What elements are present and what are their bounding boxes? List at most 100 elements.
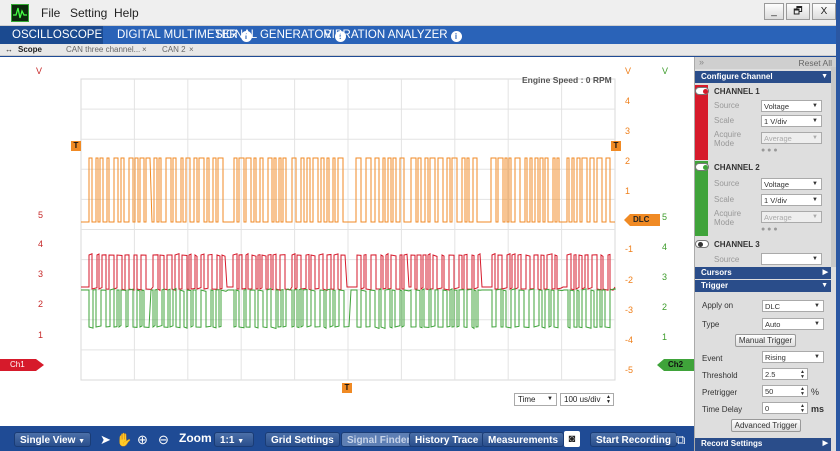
acquire-value: Average — [764, 134, 792, 143]
start-recording-button[interactable]: Start Recording — [590, 432, 678, 447]
type-label: Type — [702, 320, 720, 329]
more-dots-icon[interactable]: ● ● ● — [761, 226, 778, 233]
signal-finder-button[interactable]: Signal Finder — [341, 432, 417, 447]
history-trace-button[interactable]: History Trace — [409, 432, 485, 447]
apply-on-select[interactable]: DLC ▼ — [762, 300, 824, 312]
ch2-marker[interactable]: Ch2 — [657, 359, 694, 371]
chevron-down-icon: ▼ — [812, 214, 818, 220]
menu-file[interactable]: File — [41, 6, 60, 20]
channel-1-scale-select[interactable]: 1 V/div ▼ — [761, 115, 822, 127]
stepper-arrows-icon[interactable]: ▲ ▼ — [606, 395, 611, 405]
channel-2-source-select[interactable]: Voltage ▼ — [761, 178, 822, 190]
event-label: Event — [702, 354, 723, 363]
configure-channel-header[interactable]: Configure Channel ▼ — [695, 71, 831, 83]
event-select[interactable]: Rising ▼ — [762, 351, 824, 363]
trigger-marker-time[interactable]: T — [342, 383, 352, 393]
source-value: Voltage — [764, 180, 790, 189]
trigger-marker-right[interactable]: T — [611, 141, 621, 151]
section-title: Cursors — [701, 268, 732, 277]
reset-all-button[interactable]: Reset All — [798, 58, 832, 68]
trigger-type-select[interactable]: Auto ▼ — [762, 318, 824, 330]
tab-oscilloscope[interactable]: OSCILLOSCOPE — [0, 26, 103, 44]
zoom-in-icon[interactable]: ⊕ — [137, 432, 148, 447]
waveform-canvas[interactable] — [0, 57, 694, 426]
more-dots-icon[interactable]: ● ● ● — [761, 147, 778, 154]
subtab-scope[interactable]: Scope — [18, 44, 42, 55]
collapse-panel-icon[interactable]: » — [699, 57, 704, 67]
ch1-marker[interactable]: Ch1 — [0, 359, 44, 371]
ch1-axis-unit: V — [625, 66, 632, 76]
ch1-axis-tick: 1 — [625, 186, 631, 196]
trigger-header[interactable]: Trigger ▼ — [695, 280, 831, 292]
time-delay-value: 0 — [765, 404, 770, 413]
chevron-down-icon: ▼ — [812, 256, 818, 262]
channel-3-toggle[interactable] — [695, 240, 709, 248]
tab-label: VIBRATION ANALYZER — [324, 29, 448, 41]
menu-help[interactable]: Help — [114, 6, 139, 20]
close-button[interactable]: X — [812, 3, 836, 20]
menu-bar: File Setting Help _ 🗗 X — [0, 0, 836, 26]
source-label: Source — [714, 255, 740, 264]
stepper-arrows-icon[interactable]: ▲ ▼ — [800, 387, 805, 397]
close-tab-icon[interactable]: × — [189, 44, 194, 55]
source-value: Voltage — [764, 102, 790, 111]
chevron-right-icon: ▶ — [822, 440, 828, 447]
ch2-axis-tick: 4 — [662, 242, 668, 252]
panel-header: » Reset All — [695, 57, 836, 69]
pan-hand-icon[interactable]: ✋ — [116, 432, 132, 447]
advanced-trigger-button[interactable]: Advanced Trigger — [731, 419, 801, 432]
channel-3-source-select[interactable]: ▼ — [761, 253, 822, 265]
channel-2-toggle[interactable] — [695, 163, 709, 171]
apply-on-value: DLC — [765, 302, 781, 311]
stepper-arrows-icon[interactable]: ▲ ▼ — [800, 404, 805, 414]
channel-2-scale-select[interactable]: 1 V/div ▼ — [761, 194, 822, 206]
time-scale-stepper[interactable]: 100 us/div ▲ ▼ — [560, 393, 614, 406]
channel-1-source-select[interactable]: Voltage ▼ — [761, 100, 822, 112]
record-settings-header[interactable]: Record Settings ▶ — [695, 438, 831, 451]
measurements-button[interactable]: Measurements — [482, 432, 565, 447]
dlc-marker[interactable]: DLC — [624, 214, 660, 226]
tab-label: SIGNAL GENERATOR — [215, 29, 332, 41]
minimize-button[interactable]: _ — [764, 3, 784, 20]
pointer-icon[interactable]: ➤ — [100, 432, 111, 447]
collapse-arrows-icon[interactable]: ↔ — [5, 44, 13, 55]
ch1-axis-tick: 2 — [625, 156, 631, 166]
export-icon[interactable]: ⧉ — [676, 432, 685, 447]
time-delay-stepper[interactable]: 0 ▲ ▼ — [762, 402, 808, 414]
time-source-select[interactable]: Time ▼ — [514, 393, 557, 406]
cursors-header[interactable]: Cursors ▶ — [695, 267, 831, 279]
oscilloscope-plot[interactable]: V V V Engine Speed : 0 RPM 5 4 3 2 1 4 3… — [0, 57, 694, 426]
app-window: File Setting Help _ 🗗 X OSCILLOSCOPE DIG… — [0, 0, 840, 451]
tab-vibration-analyzer[interactable]: VIBRATION ANALYZER i — [320, 26, 466, 44]
subtab-can-2[interactable]: CAN 2 — [162, 44, 186, 55]
channel-1-toggle[interactable] — [695, 87, 709, 95]
ch2-axis-tick: 3 — [662, 272, 668, 282]
ch2-axis-unit: V — [662, 66, 669, 76]
zoom-out-icon[interactable]: ⊖ — [158, 432, 169, 447]
pretrigger-stepper[interactable]: 50 ▲ ▼ — [762, 385, 808, 397]
scale-label: Scale — [714, 116, 735, 125]
window-border — [836, 0, 840, 451]
restore-button[interactable]: 🗗 — [786, 3, 810, 20]
pretrigger-label: Pretrigger — [702, 388, 738, 397]
grid-settings-button[interactable]: Grid Settings — [265, 432, 340, 447]
channel-1-acquire-select[interactable]: Average ▼ — [761, 132, 822, 144]
channel-1-config: CHANNEL 1 Source Voltage ▼ Scale 1 V/div ▼… — [695, 85, 831, 160]
info-icon[interactable]: i — [450, 31, 462, 42]
app-logo-icon — [11, 4, 29, 22]
camera-icon[interactable]: ◙ — [564, 431, 580, 447]
acquire-mode-label: Acquire Mode — [714, 209, 742, 227]
panel-scrollbar[interactable] — [831, 67, 836, 267]
menu-setting[interactable]: Setting — [70, 6, 107, 20]
section-title: Record Settings — [701, 439, 763, 448]
channel-2-acquire-select[interactable]: Average ▼ — [761, 211, 822, 223]
bottom-toolbar: Single View ▼ ➤ ✋ ⊕ ⊖ Zoom 1:1 ▼ Grid Se… — [0, 426, 694, 451]
threshold-stepper[interactable]: 2.5 ▲ ▼ — [762, 368, 808, 380]
subtab-can-three-channel[interactable]: CAN three channel... — [66, 44, 140, 55]
trigger-marker-left[interactable]: T — [71, 141, 81, 151]
manual-trigger-button[interactable]: Manual Trigger — [735, 334, 796, 347]
close-tab-icon[interactable]: × — [142, 44, 147, 55]
zoom-ratio-dropdown[interactable]: 1:1 ▼ — [214, 432, 254, 447]
stepper-arrows-icon[interactable]: ▲ ▼ — [800, 370, 805, 380]
single-view-dropdown[interactable]: Single View ▼ — [14, 432, 92, 447]
